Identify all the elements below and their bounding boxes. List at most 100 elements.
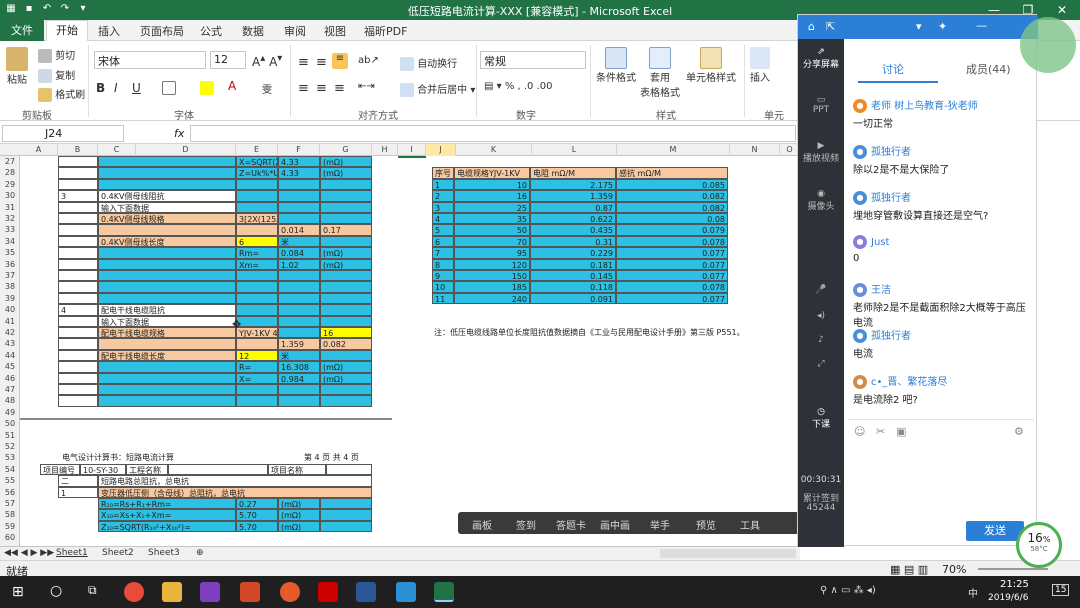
excel-taskbar-icon[interactable] (434, 582, 454, 602)
format-as-table-button[interactable]: 套用 表格格式 (640, 47, 680, 99)
column-header[interactable]: F (278, 144, 320, 156)
column-header[interactable]: H (372, 144, 398, 156)
tab-view[interactable]: 视图 (324, 23, 346, 39)
notification-badge[interactable]: 15 (1052, 584, 1070, 596)
zoom-level[interactable]: 70% (942, 563, 966, 576)
align-top-button[interactable]: ≡ (298, 55, 309, 70)
row-header[interactable]: 36 (0, 259, 20, 270)
settings-gear-icon[interactable]: ⚙ (1014, 425, 1024, 438)
column-header[interactable]: K (456, 144, 532, 156)
row-header[interactable]: 31 (0, 202, 20, 213)
underline-button[interactable]: U (132, 81, 141, 95)
border-button[interactable] (162, 81, 176, 95)
row-header[interactable]: 48 (0, 395, 20, 406)
tray-icons[interactable]: ⚲ ∧ ▭ ⁂ ◂) (820, 585, 876, 596)
row-header[interactable]: 46 (0, 373, 20, 384)
tab-file[interactable]: 文件 (0, 20, 44, 41)
row-header[interactable]: 38 (0, 281, 20, 292)
windows-start-icon[interactable]: ⊞ (12, 584, 24, 600)
row-header[interactable]: 39 (0, 293, 20, 304)
new-sheet-icon[interactable]: ⊕ (196, 548, 204, 558)
horizontal-scrollbar[interactable] (660, 549, 796, 558)
column-header[interactable]: J (426, 144, 456, 156)
row-header[interactable]: 58 (0, 509, 20, 520)
emoji-icon[interactable]: ☺ (854, 425, 865, 438)
speaker-icon[interactable]: ◂) (798, 311, 844, 321)
tab-data[interactable]: 数据 (242, 23, 264, 39)
camera-button[interactable]: ◉ 摄像头 (798, 189, 844, 212)
row-header[interactable]: 43 (0, 338, 20, 349)
row-header[interactable]: 51 (0, 430, 20, 441)
bold-button[interactable]: B (96, 81, 105, 95)
name-box[interactable]: J24 (2, 125, 124, 142)
wrap-text-button[interactable]: 自动换行 (400, 55, 457, 71)
copy-button[interactable]: 复制 (38, 67, 75, 83)
row-header[interactable]: 45 (0, 361, 20, 372)
dropdown-icon[interactable]: ▾ (916, 20, 922, 33)
scissors-icon[interactable]: ✂ (876, 425, 885, 438)
row-header[interactable]: 33 (0, 224, 20, 235)
align-left-button[interactable]: ≡ (298, 81, 309, 96)
font-color-button[interactable]: A (228, 79, 236, 93)
row-header[interactable]: 55 (0, 475, 20, 486)
column-header[interactable]: B (58, 144, 98, 156)
search-icon[interactable]: ○ (50, 583, 62, 599)
tab-members[interactable]: 成员(44) (966, 61, 1011, 77)
toolbar-tools[interactable]: 工具 (740, 517, 760, 532)
row-header[interactable]: 49 (0, 407, 20, 418)
row-header[interactable]: 52 (0, 441, 20, 452)
column-header[interactable]: A (20, 144, 58, 156)
sheet-tab-3[interactable]: Sheet3 (148, 548, 180, 558)
row-header[interactable]: 56 (0, 487, 20, 498)
row-header[interactable]: 59 (0, 521, 20, 532)
row-header[interactable]: 34 (0, 236, 20, 247)
align-bottom-button[interactable]: ≡ (332, 53, 348, 69)
folder-icon[interactable] (162, 582, 182, 602)
pdf-icon[interactable] (280, 582, 300, 602)
row-header[interactable]: 44 (0, 350, 20, 361)
ime-indicator[interactable]: 中 (968, 585, 978, 600)
column-header[interactable]: N (730, 144, 780, 156)
tab-insert[interactable]: 插入 (98, 23, 120, 39)
powerpoint-icon[interactable] (240, 582, 260, 602)
tab-formulas[interactable]: 公式 (200, 23, 222, 39)
selected-cell[interactable] (398, 156, 426, 158)
column-header[interactable]: D (136, 144, 236, 156)
pin-icon[interactable]: ✦ (938, 20, 947, 33)
cell-style-button[interactable]: 单元格样式 (686, 47, 736, 84)
ppt-button[interactable]: ▭ PPT (798, 95, 844, 115)
home-icon[interactable]: ⌂ (808, 20, 815, 33)
function-icon[interactable]: fx (174, 127, 184, 140)
play-video-button[interactable]: ▶ 播放视频 (798, 141, 844, 164)
column-header[interactable]: E (236, 144, 278, 156)
popout-icon[interactable]: ⇱ (826, 20, 835, 33)
toolbar-signin[interactable]: 签到 (516, 517, 536, 532)
formula-input[interactable] (190, 125, 796, 142)
zoom-slider[interactable] (978, 568, 1048, 570)
tab-home[interactable]: 开始 (46, 20, 88, 42)
row-header[interactable]: 54 (0, 464, 20, 475)
toolbar-preview[interactable]: 预览 (696, 517, 716, 532)
row-header[interactable]: 53 (0, 452, 20, 463)
row-header[interactable]: 28 (0, 167, 20, 178)
row-header[interactable]: 41 (0, 316, 20, 327)
conditional-format-button[interactable]: 条件格式 (596, 47, 636, 84)
app2-icon[interactable] (318, 582, 338, 602)
image-icon[interactable]: ▣ (896, 425, 906, 438)
sheet-nav-arrows[interactable]: ◀◀ ◀ ▶ ▶▶ (4, 548, 54, 558)
column-header[interactable]: G (320, 144, 372, 156)
orientation-button[interactable]: ab↗ (358, 55, 379, 66)
row-header[interactable]: 32 (0, 213, 20, 224)
send-button[interactable]: 发送 (966, 521, 1024, 541)
cut-button[interactable]: 剪切 (38, 47, 75, 63)
toolbar-whiteboard[interactable]: 画板 (472, 517, 492, 532)
insert-cells-button[interactable]: 插入 (750, 47, 770, 84)
fill-color-button[interactable] (200, 81, 214, 95)
currency-button[interactable]: ▤ ▾ % , .0 .00 (484, 81, 553, 92)
merge-center-button[interactable]: 合并后居中 ▾ (400, 81, 475, 97)
indent-button[interactable]: ⇤⇥ (358, 81, 375, 92)
tab-discuss[interactable]: 讨论 (882, 61, 904, 77)
worksheet-grid[interactable]: X=SQRT(Z²-R²)=4.33(mΩ)Z=Uk%*Ur²/(100*Sr)… (20, 156, 800, 546)
paste-button[interactable]: 粘贴 (6, 47, 28, 86)
format-painter-button[interactable]: 格式刷 (38, 86, 85, 102)
